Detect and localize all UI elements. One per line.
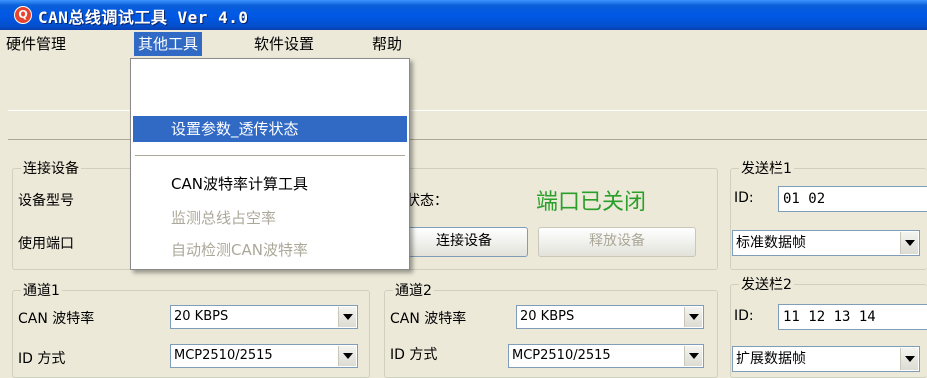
channel1-id-mode-label: ID 方式	[18, 351, 66, 367]
chevron-down-icon[interactable]	[338, 307, 356, 327]
chevron-down-icon[interactable]	[900, 232, 918, 254]
menu-bar: 硬件管理 其他工具 软件设置 帮助	[0, 30, 927, 58]
channel2-id-mode-value: MCP2510/2515	[512, 348, 611, 363]
menu-separator	[135, 155, 405, 156]
menu-help[interactable]: 帮助	[368, 32, 406, 56]
chevron-down-icon[interactable]	[684, 307, 702, 327]
channel1-baud-label: CAN 波特率	[18, 311, 95, 327]
menu-software-settings[interactable]: 软件设置	[250, 32, 318, 56]
connection-status-label: 状态：	[406, 193, 448, 209]
connect-device-button[interactable]: 连接设备	[400, 227, 528, 257]
menu-other-tools[interactable]: 其他工具	[134, 32, 203, 56]
chevron-down-icon[interactable]	[900, 348, 918, 370]
title-bar: Q CAN总线调试工具 Ver 4.0	[0, 0, 927, 30]
channel1-baud-select[interactable]: 20 KBPS	[170, 305, 358, 329]
send2-id-input[interactable]: 11 12 13 14	[778, 304, 927, 330]
menu-item-bus-load-monitor[interactable]: 监测总线占空率	[133, 205, 407, 231]
send2-group-label: 发送栏2	[739, 274, 794, 294]
other-tools-dropdown: 设置参数_透传状态 CAN波特率计算工具 监测总线占空率 自动检测CAN波特率	[130, 58, 410, 270]
send2-id-label: ID:	[734, 308, 754, 324]
port-label: 使用端口	[18, 236, 74, 252]
send1-id-label: ID:	[734, 190, 754, 206]
connection-group-label: 连接设备	[21, 158, 81, 178]
channel2-baud-label: CAN 波特率	[390, 311, 467, 327]
app-icon[interactable]: Q	[14, 6, 32, 24]
send1-group-label: 发送栏1	[739, 158, 794, 178]
menu-item-set-params-passthrough[interactable]: 设置参数_透传状态	[133, 116, 407, 142]
send1-frame-type-value: 标准数据帧	[736, 235, 806, 251]
send2-frame-type-select[interactable]: 扩展数据帧	[732, 346, 920, 372]
channel1-id-mode-value: MCP2510/2515	[174, 348, 273, 363]
menu-item-auto-detect-baud[interactable]: 自动检测CAN波特率	[133, 237, 407, 263]
send1-frame-type-select[interactable]: 标准数据帧	[732, 230, 920, 256]
connection-status-value: 端口已关闭	[536, 190, 647, 215]
channel2-baud-select[interactable]: 20 KBPS	[516, 305, 704, 329]
window-title: CAN总线调试工具 Ver 4.0	[38, 8, 249, 27]
channel2-group-label: 通道2	[393, 280, 434, 300]
channel1-baud-value: 20 KBPS	[174, 309, 229, 324]
chevron-down-icon[interactable]	[684, 346, 702, 366]
menu-item-can-baud-calculator[interactable]: CAN波特率计算工具	[133, 171, 407, 197]
device-model-label: 设备型号	[18, 193, 74, 209]
channel1-id-mode-select[interactable]: MCP2510/2515	[170, 344, 358, 368]
channel2-id-mode-select[interactable]: MCP2510/2515	[508, 344, 704, 368]
menu-hardware[interactable]: 硬件管理	[2, 32, 70, 56]
send1-id-input[interactable]: 01 02	[778, 186, 927, 212]
send2-frame-type-value: 扩展数据帧	[736, 351, 806, 367]
channel1-group-label: 通道1	[21, 280, 62, 300]
release-device-button[interactable]: 释放设备	[538, 227, 696, 257]
channel2-id-mode-label: ID 方式	[390, 347, 438, 363]
chevron-down-icon[interactable]	[338, 346, 356, 366]
channel2-baud-value: 20 KBPS	[520, 309, 575, 324]
